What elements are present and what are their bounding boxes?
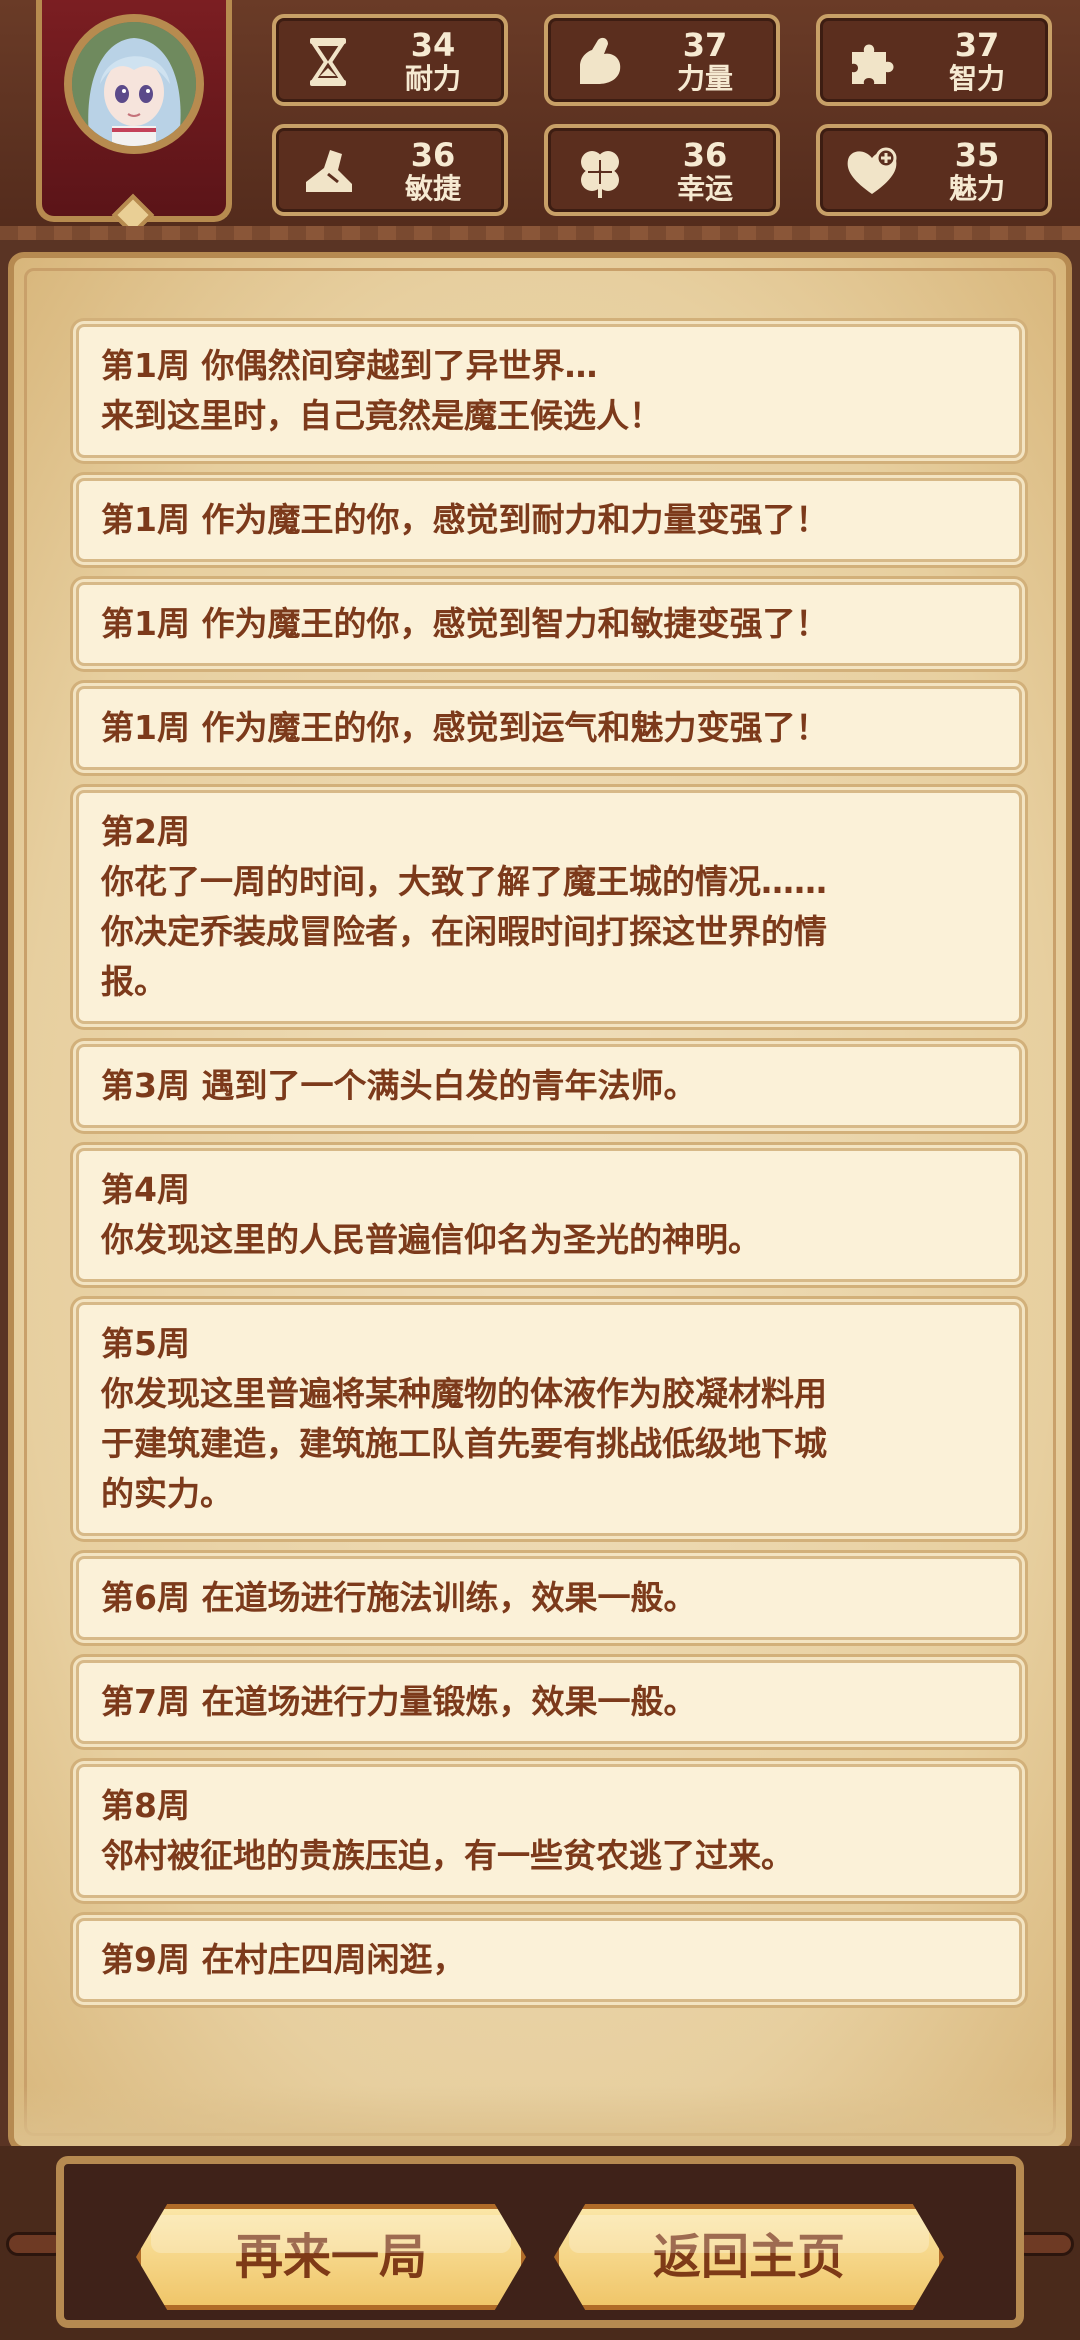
log-entry-line: 你发现这里普遍将某种魔物的体液作为胶凝材料用 <box>101 1374 827 1413</box>
stat-label: 力量 <box>676 62 733 95</box>
heart-plus-icon <box>847 147 897 194</box>
puzzle-icon <box>852 44 894 84</box>
stat-label: 智力 <box>948 62 1005 95</box>
stat-label: 幸运 <box>676 172 733 205</box>
log-entry-line: 于建筑建造，建筑施工队首先要有挑战低级地下城 <box>101 1424 827 1463</box>
log-entry-line: 第1周 作为魔王的你，感觉到耐力和力量变强了！ <box>101 500 829 539</box>
event-log[interactable]: 第1周 你偶然间穿越到了异世界… 来到这里时，自己竟然是魔王候选人！ 第1周 作为魔… <box>76 324 1022 2022</box>
avatar-frame <box>36 0 232 222</box>
log-entry-line: 来到这里时，自己竟然是魔王候选人！ <box>101 396 662 435</box>
log-entry-line: 第9周 在村庄四周闲逛， <box>101 1940 466 1979</box>
log-entry: 第3周 遇到了一个满头白发的青年法师。 <box>76 1044 1022 1128</box>
flexed-arm-icon <box>580 37 621 84</box>
stat-charm: 35 魅力 <box>816 124 1052 216</box>
log-entry-line: 报。 <box>101 962 167 1001</box>
log-entry: 第6周 在道场进行施法训练，效果一般。 <box>76 1556 1022 1640</box>
stat-value: 36 <box>410 136 456 174</box>
stat-stamina: 34 耐力 <box>272 14 508 106</box>
boot-icon <box>306 150 352 192</box>
log-entry-line: 邻村被征地的贵族压迫，有一些贫农逃了过来。 <box>101 1836 794 1875</box>
log-entry: 第1周 作为魔王的你，感觉到智力和敏捷变强了！ <box>76 582 1022 666</box>
log-entry-line: 你决定乔装成冒险者，在闲暇时间打探这世界的情 <box>101 912 827 951</box>
log-entry-line: 你花了一周的时间，大致了解了魔王城的情况…… <box>101 862 827 901</box>
log-entry: 第7周 在道场进行力量锻炼，效果一般。 <box>76 1660 1022 1744</box>
clover-icon <box>581 151 619 198</box>
log-entry-line: 第1周 作为魔王的你，感觉到智力和敏捷变强了！ <box>101 604 829 643</box>
event-log-panel[interactable]: 第1周 你偶然间穿越到了异世界… 来到这里时，自己竟然是魔王候选人！ 第1周 作为魔… <box>8 252 1072 2152</box>
log-entry-line: 第6周 在道场进行施法训练，效果一般。 <box>101 1578 697 1617</box>
stat-luck: 36 幸运 <box>544 124 780 216</box>
log-entry-line: 第7周 在道场进行力量锻炼，效果一般。 <box>101 1682 697 1721</box>
avatar[interactable] <box>64 14 204 154</box>
bottom-panel: 再来一局 返回主页 <box>56 2156 1024 2328</box>
log-entry-line: 的实力。 <box>101 1474 233 1513</box>
log-entry: 第1周 作为魔王的你，感觉到耐力和力量变强了！ <box>76 478 1022 562</box>
log-entry-line: 第4周 <box>101 1170 190 1209</box>
stat-value: 37 <box>682 26 728 64</box>
log-entry: 第8周邻村被征地的贵族压迫，有一些贫农逃了过来。 <box>76 1764 1022 1898</box>
log-entry: 第1周 你偶然间穿越到了异世界… 来到这里时，自己竟然是魔王候选人！ <box>76 324 1022 458</box>
stat-value: 34 <box>410 26 456 64</box>
stat-value: 35 <box>954 136 1000 174</box>
log-entry-line: 第1周 你偶然间穿越到了异世界… <box>101 346 598 385</box>
log-entry-line: 第5周 <box>101 1324 190 1363</box>
log-entry: 第5周你发现这里普遍将某种魔物的体液作为胶凝材料用 于建筑建造，建筑施工队首先要有… <box>76 1302 1022 1536</box>
log-entry: 第1周 作为魔王的你，感觉到运气和魅力变强了！ <box>76 686 1022 770</box>
hourglass-icon <box>310 38 346 86</box>
log-entry: 第2周你花了一周的时间，大致了解了魔王城的情况…… 你决定乔装成冒险者，在闲暇时间… <box>76 790 1022 1024</box>
bottom-bar: 再来一局 返回主页 <box>0 2146 1080 2340</box>
stat-label: 敏捷 <box>404 172 461 205</box>
stat-label: 耐力 <box>404 62 461 95</box>
stat-intelligence: 37 智力 <box>816 14 1052 106</box>
home-button[interactable]: 返回主页 <box>554 2204 944 2310</box>
replay-button[interactable]: 再来一局 <box>136 2204 526 2310</box>
log-entry-line: 你发现这里的人民普遍信仰名为圣光的神明。 <box>101 1220 761 1259</box>
header-rail <box>0 226 1080 240</box>
log-entry-line: 第8周 <box>101 1786 190 1825</box>
log-entry: 第9周 在村庄四周闲逛， <box>76 1918 1022 2002</box>
stat-agility: 36 敏捷 <box>272 124 508 216</box>
log-entry-line: 第1周 作为魔王的你，感觉到运气和魅力变强了！ <box>101 708 829 747</box>
log-entry: 第4周你发现这里的人民普遍信仰名为圣光的神明。 <box>76 1148 1022 1282</box>
stat-label: 魅力 <box>948 172 1005 205</box>
log-entry-line: 第3周 遇到了一个满头白发的青年法师。 <box>101 1066 697 1105</box>
stat-value: 36 <box>682 136 728 174</box>
stat-strength: 37 力量 <box>544 14 780 106</box>
log-fade <box>14 2086 1066 2146</box>
log-entry-line: 第2周 <box>101 812 190 851</box>
stat-value: 37 <box>954 26 1000 64</box>
stats-header: 34 耐力 37 力量 37 智力 36 敏捷 36 幸运 35 魅力 <box>0 0 1080 240</box>
